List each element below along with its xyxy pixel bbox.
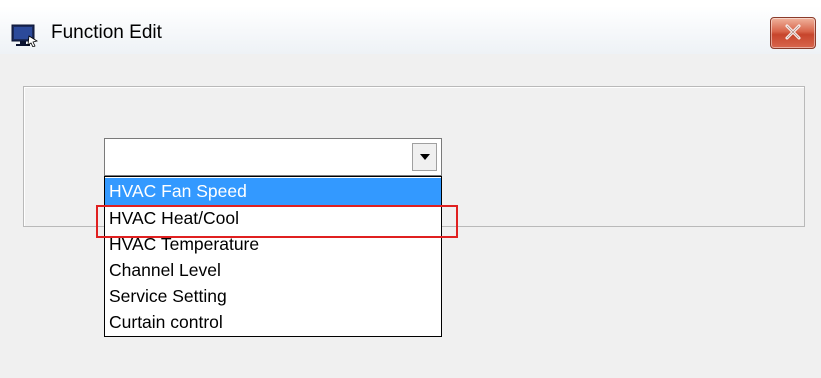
close-button[interactable]: [770, 17, 816, 49]
annotation-highlight-box: [96, 205, 458, 238]
function-combobox[interactable]: [104, 138, 442, 176]
close-icon: [785, 24, 801, 40]
dropdown-option-hvac-fan-speed[interactable]: HVAC Fan Speed: [105, 178, 441, 205]
window-title: Function Edit: [51, 22, 162, 43]
dropdown-option-curtain-control[interactable]: Curtain control: [105, 309, 441, 336]
function-dropdown-list: HVAC Fan Speed HVAC Heat/Cool HVAC Tempe…: [104, 176, 442, 337]
title-bar: Function Edit: [0, 6, 821, 54]
function-edit-window: Function Edit HVAC Fan Speed HVAC Heat/C…: [0, 0, 821, 378]
dropdown-option-channel-level[interactable]: Channel Level: [105, 257, 441, 284]
dropdown-option-service-setting[interactable]: Service Setting: [105, 283, 441, 310]
chevron-down-icon: [420, 154, 430, 160]
app-window-icon: [11, 23, 39, 48]
combobox-dropdown-button[interactable]: [412, 143, 437, 171]
